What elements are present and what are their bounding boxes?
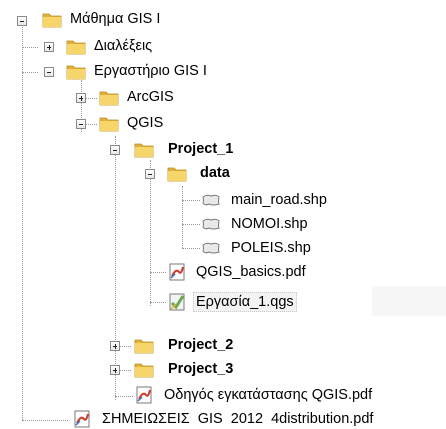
tree-item-label[interactable]: QGIS — [127, 114, 163, 132]
folder-icon — [66, 40, 86, 55]
expand-toggle[interactable] — [110, 365, 120, 375]
pdf-icon — [136, 386, 152, 404]
expand-toggle[interactable] — [44, 42, 54, 52]
shapefile-icon — [202, 194, 220, 206]
collapse-toggle[interactable] — [110, 145, 120, 155]
tree-item-label[interactable]: ΣΗΜΕΙΩΣΕΙΣ GIS 2012 4distribution.pdf — [102, 410, 373, 428]
tree-line — [22, 22, 23, 420]
shapefile-icon — [202, 242, 220, 254]
qgs-project-icon — [169, 293, 185, 311]
folder-icon — [99, 91, 119, 106]
tree-item-label[interactable]: Project_3 — [168, 360, 233, 378]
tree-line — [150, 272, 166, 273]
folder-icon — [134, 339, 154, 354]
shapefile-icon — [202, 218, 220, 230]
folder-icon — [134, 143, 154, 158]
tree-line — [182, 224, 200, 225]
tree-line — [182, 200, 200, 201]
tree-line — [22, 420, 68, 421]
folder-icon — [99, 117, 119, 132]
tree-item-label[interactable]: Project_1 — [168, 140, 233, 158]
folder-icon — [134, 363, 154, 378]
tree-item-label[interactable]: Οδηγός εγκατάστασης QGIS.pdf — [164, 386, 372, 404]
expand-toggle[interactable] — [76, 93, 86, 103]
tree-item-label[interactable]: POLEIS.shp — [231, 239, 311, 257]
file-tree: Μάθημα GIS I Διαλέξεις Εργαστήριο GIS I … — [0, 0, 446, 429]
tree-item-label[interactable]: Project_2 — [168, 336, 233, 354]
tree-item-label[interactable]: ArcGIS — [127, 88, 174, 106]
tree-line — [182, 248, 200, 249]
background-panel — [372, 286, 446, 316]
tree-item-label[interactable]: Εργασία_1.qgs — [193, 292, 297, 312]
tree-line — [182, 186, 183, 248]
tree-line — [22, 47, 38, 48]
tree-item-label[interactable]: Εργαστήριο GIS I — [94, 62, 207, 80]
collapse-toggle[interactable] — [17, 16, 27, 26]
pdf-icon — [169, 263, 185, 281]
expand-toggle[interactable] — [110, 341, 120, 351]
tree-line — [115, 136, 116, 400]
folder-icon — [66, 65, 86, 80]
pdf-icon — [74, 410, 90, 428]
tree-item-label[interactable]: data — [200, 164, 230, 182]
tree-item-label[interactable]: Διαλέξεις — [94, 37, 152, 55]
collapse-toggle[interactable] — [76, 119, 86, 129]
tree-item-label[interactable]: main_road.shp — [231, 191, 327, 209]
folder-icon — [42, 13, 62, 28]
tree-line — [150, 160, 151, 306]
tree-line — [22, 72, 38, 73]
collapse-toggle[interactable] — [145, 169, 155, 179]
tree-item-label[interactable]: QGIS_basics.pdf — [196, 263, 306, 281]
tree-item-label[interactable]: Μάθημα GIS I — [70, 10, 160, 28]
collapse-toggle[interactable] — [44, 67, 54, 77]
tree-item-label[interactable]: NOMOI.shp — [231, 215, 308, 233]
tree-line — [150, 302, 166, 303]
tree-line — [115, 396, 133, 397]
folder-icon — [167, 167, 187, 182]
